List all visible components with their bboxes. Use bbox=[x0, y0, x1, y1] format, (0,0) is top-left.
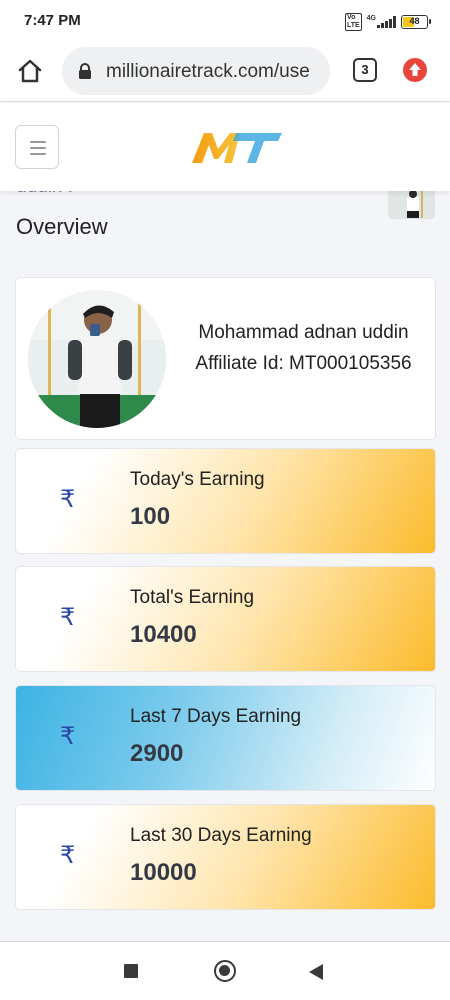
earning-card-last-30-days[interactable]: ₹ Last 30 Days Earning 10000 bbox=[15, 804, 436, 910]
tabs-button[interactable]: 3 bbox=[353, 58, 377, 82]
home-icon[interactable] bbox=[16, 57, 44, 85]
earning-value: 2900 bbox=[130, 740, 184, 767]
battery-level: 48 bbox=[409, 16, 420, 26]
status-bar: 7:47 PM Vo LTE 4G 48 bbox=[0, 0, 450, 42]
profile-name: Mohammad adnan uddin bbox=[198, 322, 409, 343]
lock-icon bbox=[78, 63, 92, 85]
page-title: Overview bbox=[16, 214, 108, 239]
browser-toolbar: millionairetrack.com/use 3 bbox=[0, 42, 450, 102]
system-nav-bar bbox=[0, 941, 450, 1000]
rupee-icon: ₹ bbox=[60, 603, 76, 631]
hamburger-icon[interactable] bbox=[15, 125, 59, 169]
url-text: millionairetrack.com/use bbox=[106, 61, 310, 82]
signal-icon bbox=[377, 16, 396, 28]
earning-value: 10000 bbox=[130, 859, 197, 886]
earning-label: Last 7 Days Earning bbox=[130, 706, 302, 727]
earning-value: 100 bbox=[130, 503, 171, 530]
profile-card: Mohammad adnan uddin Affiliate Id: MT000… bbox=[15, 277, 436, 440]
rupee-icon: ₹ bbox=[60, 722, 76, 750]
volte-icon: Vo LTE bbox=[344, 13, 362, 31]
earning-card-total[interactable]: ₹ Total's Earning 10400 bbox=[15, 566, 436, 672]
earning-label: Today's Earning bbox=[130, 469, 265, 490]
recents-icon[interactable] bbox=[124, 964, 138, 978]
status-icons: Vo LTE 4G 48 bbox=[344, 13, 431, 31]
address-bar[interactable]: millionairetrack.com/use bbox=[62, 47, 330, 95]
rupee-icon: ₹ bbox=[60, 485, 76, 513]
home-circle-icon[interactable] bbox=[214, 960, 236, 982]
status-time: 7:47 PM bbox=[24, 12, 81, 29]
network-type: 4G bbox=[366, 14, 376, 22]
site-logo[interactable] bbox=[190, 129, 284, 170]
affiliate-id: Affiliate Id: MT000105356 bbox=[195, 353, 412, 374]
earning-label: Total's Earning bbox=[130, 587, 255, 608]
site-header bbox=[0, 103, 450, 191]
rupee-icon: ₹ bbox=[60, 841, 76, 869]
earning-value: 10400 bbox=[130, 621, 197, 648]
earning-card-last-7-days[interactable]: ₹ Last 7 Days Earning 2900 bbox=[15, 685, 436, 791]
earning-label: Last 30 Days Earning bbox=[130, 825, 312, 846]
avatar[interactable] bbox=[28, 290, 166, 428]
upgrade-arrow-icon[interactable] bbox=[403, 58, 427, 82]
battery-icon: 48 bbox=[401, 15, 431, 29]
back-icon[interactable] bbox=[309, 964, 323, 980]
earning-card-today[interactable]: ₹ Today's Earning 100 bbox=[15, 448, 436, 554]
